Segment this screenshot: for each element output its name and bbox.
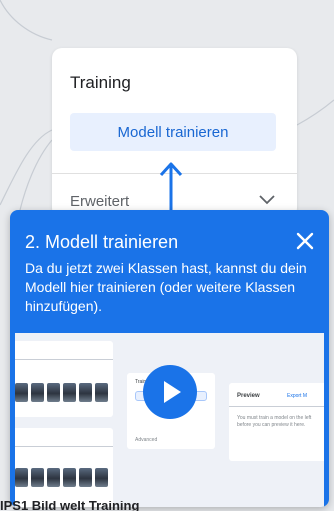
video-thumbnail: [15, 383, 28, 402]
tooltip-description: Da du jetzt zwei Klassen hast, kannst du…: [25, 260, 307, 314]
video-thumbnail: [47, 383, 60, 402]
video-class-panel: [15, 341, 113, 417]
play-icon[interactable]: [143, 365, 197, 419]
bottom-caption: IPS1 Bild welt Training: [0, 501, 140, 511]
training-card-title: Training: [70, 73, 131, 92]
tutorial-video[interactable]: Training Advanced Preview Export M You m…: [15, 333, 324, 507]
video-preview-label: Preview: [237, 393, 260, 399]
video-thumbnail: [79, 468, 92, 487]
arrow-up-icon: [159, 162, 183, 213]
video-thumbnail: [79, 383, 92, 402]
tutorial-tooltip: 2. Modell trainieren Da du jetzt zwei Kl…: [10, 210, 329, 507]
video-thumbnail: [95, 468, 108, 487]
tooltip-title: 2. Modell trainieren: [25, 232, 179, 252]
video-export-label: Export M: [287, 393, 308, 399]
train-model-button[interactable]: Modell trainieren: [70, 113, 276, 151]
video-thumbnail: [31, 383, 44, 402]
video-advanced-label: Advanced: [135, 437, 158, 443]
play-triangle: [164, 381, 181, 403]
video-thumbnail: [63, 383, 76, 402]
video-thumbnail: [95, 383, 108, 402]
video-divider: [15, 446, 113, 447]
video-thumbnail: [47, 468, 60, 487]
video-preview-note: You must train a model on the left befor…: [237, 415, 312, 428]
chevron-down-icon[interactable]: [257, 189, 277, 209]
video-thumbnail: [15, 468, 28, 487]
video-divider: [15, 359, 113, 360]
close-icon[interactable]: [294, 230, 316, 252]
video-divider: [229, 406, 324, 407]
advanced-label[interactable]: Erweitert: [70, 193, 129, 210]
video-thumbnail: [31, 468, 44, 487]
video-thumbnail: [63, 468, 76, 487]
